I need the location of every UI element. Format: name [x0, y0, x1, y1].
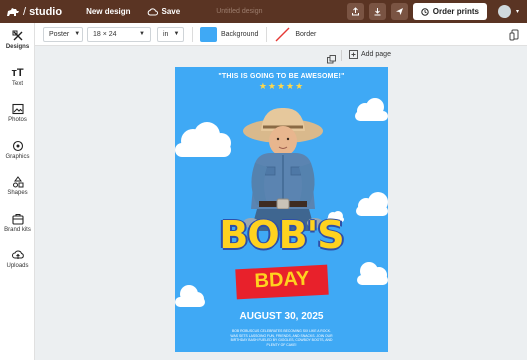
designs-icon — [12, 30, 22, 41]
add-page-icon — [349, 50, 358, 59]
canvas-divider — [341, 50, 342, 61]
sidebar-item-photos[interactable]: Photos — [0, 103, 35, 123]
order-prints-button[interactable]: Order prints — [412, 3, 487, 20]
sidebar-item-label: Shapes — [7, 190, 28, 196]
graphics-icon — [12, 140, 23, 152]
device-icon — [509, 29, 519, 41]
sidebar-item-label: Graphics — [5, 154, 30, 160]
unit-select[interactable]: in ▼ — [157, 26, 184, 42]
top-bar-actions: Order prints ▾ — [346, 3, 519, 20]
background-label[interactable]: Background — [221, 31, 258, 38]
save-label: Save — [161, 7, 181, 16]
document-title[interactable]: Untitled design — [216, 8, 262, 15]
send-icon — [395, 8, 403, 15]
rating-stars: ★★★★★ — [258, 81, 305, 91]
download-icon — [374, 8, 381, 16]
poster-headline[interactable]: BOB'S — [175, 213, 388, 257]
toolbar-divider — [192, 26, 193, 42]
sidebar-item-brand-kits[interactable]: Brand kits — [0, 213, 35, 233]
poster-date[interactable]: AUGUST 30, 2025 — [175, 311, 388, 322]
add-page-label: Add page — [361, 51, 391, 58]
poster-tagline[interactable]: "THIS IS GOING TO BE AWESOME!" — [175, 73, 388, 80]
text-icon: ᴛT — [11, 67, 24, 79]
chevron-down-icon: ▼ — [139, 31, 145, 37]
uploads-icon — [11, 250, 24, 259]
top-bar: / studio New design Save Untitled design… — [0, 0, 527, 23]
poster-canvas[interactable]: "THIS IS GOING TO BE AWESOME!" ★★★★★ BOB… — [175, 67, 388, 352]
border-swatch[interactable] — [274, 27, 291, 42]
download-button[interactable] — [368, 3, 386, 20]
sidebar-item-shapes[interactable]: Shapes — [0, 176, 35, 196]
app-logo[interactable]: / studio — [6, 6, 62, 18]
shapes-icon — [12, 176, 23, 188]
design-toolbar: Poster ▼ 18 × 24 ▼ in ▼ Background Border — [35, 23, 527, 46]
poster-subheadline[interactable]: BDAY — [235, 267, 328, 295]
order-prints-label: Order prints — [432, 7, 479, 16]
cloud-icon — [147, 7, 158, 15]
cloud-decoration — [175, 285, 205, 307]
left-sidebar: Designs ᴛT Text Photos Graphics Shapes B… — [0, 23, 35, 360]
format-select[interactable]: Poster ▼ — [43, 26, 83, 42]
size-select[interactable]: 18 × 24 ▼ — [87, 26, 151, 42]
photos-icon — [11, 103, 24, 115]
send-button[interactable] — [390, 3, 408, 20]
dog-logo-icon — [7, 7, 19, 16]
unit-value: in — [163, 30, 169, 38]
brand-kits-icon — [11, 214, 24, 225]
duplicate-icon — [327, 55, 336, 64]
sidebar-item-uploads[interactable]: Uploads — [0, 249, 35, 269]
border-label[interactable]: Border — [295, 31, 316, 38]
no-border-icon — [275, 27, 290, 41]
size-value: 18 × 24 — [93, 30, 117, 38]
toolbar-divider — [266, 26, 268, 42]
background-color-swatch[interactable] — [200, 26, 217, 42]
sidebar-item-label: Uploads — [6, 263, 29, 269]
brand-name: studio — [29, 5, 63, 18]
upload-share-icon — [351, 7, 359, 16]
chevron-down-icon[interactable]: ▾ — [516, 8, 519, 15]
chevron-down-icon: ▼ — [173, 31, 180, 37]
sidebar-item-label: Text — [11, 81, 23, 87]
sidebar-item-text[interactable]: ᴛT Text — [0, 67, 35, 87]
sidebar-item-graphics[interactable]: Graphics — [0, 140, 35, 160]
sidebar-item-label: Photos — [8, 117, 27, 123]
sidebar-item-label: Designs — [5, 44, 30, 50]
cloud-decoration — [175, 122, 231, 157]
share-button[interactable] — [346, 3, 364, 20]
chevron-down-icon: ▼ — [74, 31, 81, 37]
user-avatar[interactable] — [497, 5, 511, 18]
sidebar-item-label: Brand kits — [4, 227, 31, 233]
print-clock-icon — [421, 7, 429, 16]
add-page-button[interactable]: Add page — [349, 50, 391, 59]
poster-fine-print[interactable]: BOB ROBUSCUS CELEBRATES BECOMING SIX LIK… — [230, 329, 333, 347]
format-value: Poster — [49, 30, 70, 38]
logo-slash: / — [23, 5, 27, 18]
mobile-preview-button[interactable] — [509, 28, 519, 46]
new-design-button[interactable]: New design — [86, 7, 130, 16]
sidebar-item-designs[interactable]: Designs — [0, 30, 35, 50]
save-button[interactable]: Save — [147, 7, 181, 16]
cloud-decoration — [355, 98, 388, 121]
cloud-decoration — [357, 262, 388, 285]
